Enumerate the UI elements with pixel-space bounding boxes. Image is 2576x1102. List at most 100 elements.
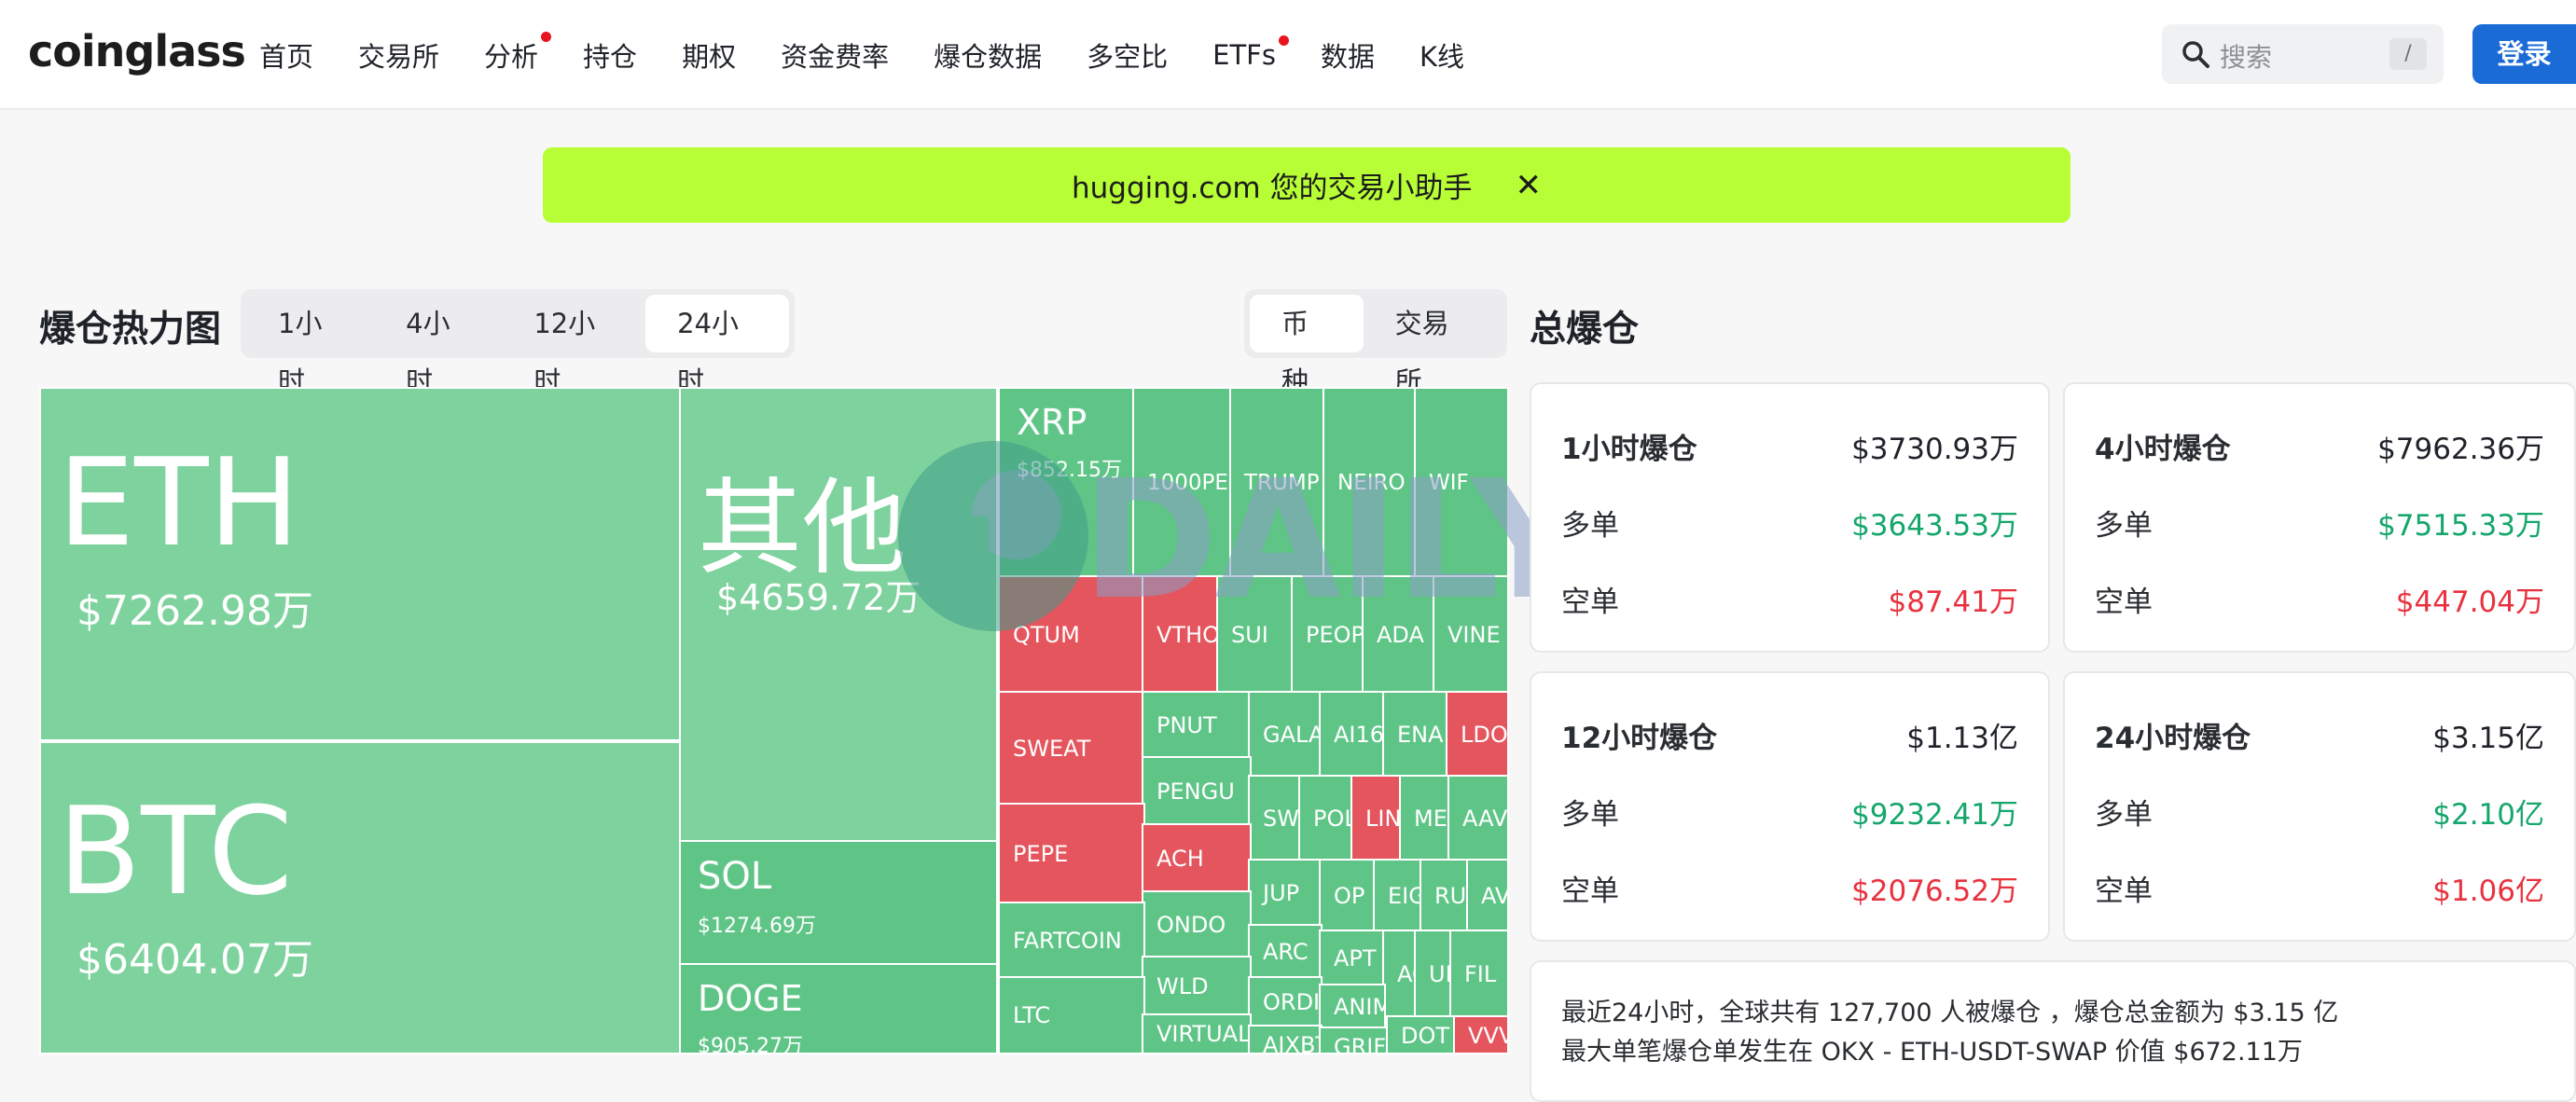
treemap-cell-gala[interactable]: GALA xyxy=(1248,691,1323,778)
treemap-cell-avax[interactable]: AVAX xyxy=(1466,859,1509,933)
time-tab-2[interactable]: 12小时 xyxy=(502,295,645,397)
treemap-cell-vine[interactable]: VINE xyxy=(1433,575,1509,695)
treemap-cell-doge[interactable]: DOGE $905.27万 xyxy=(679,963,998,1054)
nav-item-5[interactable]: 资金费率 xyxy=(781,35,889,75)
treemap-cell-aave[interactable]: AAVE xyxy=(1447,775,1509,862)
close-icon[interactable]: ✕ xyxy=(1516,167,1543,204)
treemap-cell-anime[interactable]: ANIME xyxy=(1319,984,1386,1030)
treemap-cell-sweat[interactable]: SWEAT xyxy=(998,691,1145,806)
nav-item-7[interactable]: 多空比 xyxy=(1087,35,1168,75)
treemap-cell-griffain[interactable]: GRIFFAIN xyxy=(1319,1026,1390,1054)
time-tab-3[interactable]: 24小时 xyxy=(645,295,789,397)
search-box[interactable]: 搜索 / xyxy=(2162,24,2444,84)
treemap-cell-people[interactable]: PEOPLE xyxy=(1291,575,1365,695)
treemap-cell-swell[interactable]: SWELL xyxy=(1248,775,1302,862)
nav-item-0[interactable]: 首页 xyxy=(259,35,313,75)
treemap-cell-sui[interactable]: SUI xyxy=(1216,575,1295,695)
group-tab-1[interactable]: 交易所 xyxy=(1364,295,1502,397)
nav-item-8[interactable]: ETFs xyxy=(1212,35,1289,71)
treemap-cell-eigen[interactable]: EIGEN xyxy=(1373,859,1423,933)
nav-item-label: 首页 xyxy=(259,41,314,73)
treemap-cell-pnut[interactable]: PNUT xyxy=(1142,691,1252,760)
treemap-cell-agld[interactable]: AGLD xyxy=(1382,930,1418,1019)
treemap-cell-arc[interactable]: ARC xyxy=(1248,924,1323,980)
liquidation-card-0: 1小时爆仓 $3730.93万 多单 $3643.53万 空单 $87.41万 xyxy=(1530,382,2050,653)
nav-item-9[interactable]: 数据 xyxy=(1321,35,1375,75)
treemap-cell-ordi[interactable]: ORDI xyxy=(1248,976,1323,1028)
treemap-cell-name: GRIFFAIN xyxy=(1334,1034,1388,1054)
coinglass-logo[interactable]: coinglass xyxy=(28,26,246,76)
treemap-cell-rune[interactable]: RUNE xyxy=(1420,859,1470,933)
treemap-cell-wif[interactable]: WIF xyxy=(1414,387,1509,579)
new-dot-badge xyxy=(1278,35,1289,46)
treemap-cell-fartcoin[interactable]: FARTCOIN xyxy=(998,902,1145,980)
time-tab-0[interactable]: 1小时 xyxy=(246,295,374,397)
treemap-cell-name: DOT xyxy=(1401,1023,1450,1049)
treemap-cell-vtho[interactable]: VTHO xyxy=(1142,575,1220,695)
treemap-cell-pepe[interactable]: PEPE xyxy=(998,803,1145,905)
promo-banner[interactable]: hugging.com 您的交易小助手 ✕ xyxy=(543,147,2070,223)
treemap-cell-value: $905.27万 xyxy=(698,1035,803,1054)
treemap-cell-neiro[interactable]: NEIRO xyxy=(1323,387,1418,579)
card-row: 多单 $3643.53万 xyxy=(1561,502,2018,544)
treemap-cell-pengu[interactable]: PENGU xyxy=(1142,756,1252,827)
treemap-cell-aixbt[interactable]: AIXBT xyxy=(1248,1025,1323,1054)
treemap-cell-name: ARC xyxy=(1263,939,1309,965)
time-tab-1[interactable]: 4小时 xyxy=(374,295,502,397)
treemap-cell-ada[interactable]: ADA xyxy=(1362,575,1436,695)
treemap-cell-pol[interactable]: POL xyxy=(1298,775,1354,862)
treemap-cell-ltc[interactable]: LTC xyxy=(998,976,1145,1054)
treemap-cell-trump[interactable]: TRUMP xyxy=(1229,387,1326,579)
treemap-cell-ondo[interactable]: ONDO xyxy=(1142,890,1252,959)
treemap-cell-ai16z[interactable]: AI16Z xyxy=(1319,691,1386,778)
treemap-cell-op[interactable]: OP xyxy=(1319,859,1377,933)
summary-line-2: 最大单笔爆仓单发生在 OKX - ETH-USDT-SWAP 价值 $672.1… xyxy=(1561,1038,2303,1067)
card-row-label: 空单 xyxy=(2095,585,2153,619)
treemap-cell-其他[interactable]: 其他 $4659.72万 xyxy=(679,387,998,844)
nav-item-label: 期权 xyxy=(682,41,737,73)
card-row: 空单 $447.04万 xyxy=(2095,578,2544,620)
treemap-cell-wld[interactable]: WLD xyxy=(1142,956,1252,1017)
group-tab-0[interactable]: 币种 xyxy=(1250,295,1364,397)
treemap-cell-name: SWEAT xyxy=(1013,736,1091,762)
banner-text[interactable]: hugging.com 您的交易小助手 xyxy=(1072,164,1473,206)
treemap-cell-jup[interactable]: JUP xyxy=(1248,859,1323,928)
treemap-cell-ena[interactable]: ENA xyxy=(1382,691,1449,778)
treemap-cell-name: DOGE xyxy=(698,978,803,1019)
treemap-cell-uni[interactable]: UNI xyxy=(1414,930,1453,1019)
treemap-cell-apt[interactable]: APT xyxy=(1319,930,1386,987)
treemap-cell-value: $852.15万 xyxy=(1017,459,1122,483)
treemap-cell-ldo[interactable]: LDO xyxy=(1446,691,1509,778)
nav-item-10[interactable]: K线 xyxy=(1420,35,1464,75)
treemap-cell-xrp[interactable]: XRP $852.15万 xyxy=(998,387,1136,579)
treemap-cell-virtual[interactable]: VIRTUAL xyxy=(1142,1013,1252,1054)
nav-item-label: 多空比 xyxy=(1087,41,1169,73)
nav-item-1[interactable]: 交易所 xyxy=(358,35,439,75)
treemap-cell-dot[interactable]: DOT xyxy=(1386,1015,1457,1054)
nav-item-4[interactable]: 期权 xyxy=(682,35,736,75)
treemap-cell-me[interactable]: ME xyxy=(1399,775,1451,862)
nav-item-6[interactable]: 爆仓数据 xyxy=(934,35,1042,75)
card-row: 多单 $2.10亿 xyxy=(2095,791,2544,833)
treemap-cell-name: BTC xyxy=(58,780,293,923)
treemap-cell-vvv[interactable]: VVV xyxy=(1453,1015,1509,1054)
nav-item-3[interactable]: 持仓 xyxy=(583,35,637,75)
treemap-cell-name: AI16Z xyxy=(1334,722,1385,748)
main-nav: 首页 交易所 分析 持仓 期权 资金费率 爆仓数据 多空比 ETFs 数据 K线 xyxy=(259,0,1509,110)
treemap-cell-1000pepe[interactable]: 1000PEPE xyxy=(1132,387,1233,579)
login-button[interactable]: 登录 xyxy=(2472,24,2576,84)
card-row-value: $7962.36万 xyxy=(2377,433,2544,466)
treemap-cell-btc[interactable]: BTC $6404.07万 xyxy=(39,741,683,1054)
treemap-cell-name: RUNE xyxy=(1434,883,1468,909)
nav-item-2[interactable]: 分析 xyxy=(484,32,552,75)
liquidation-card-2: 12小时爆仓 $1.13亿 多单 $9232.41万 空单 $2076.52万 xyxy=(1530,671,2050,942)
treemap-cell-fil[interactable]: FIL xyxy=(1449,930,1509,1019)
treemap-cell-name: SOL xyxy=(698,855,772,898)
nav-item-label: 数据 xyxy=(1320,41,1375,73)
card-row-label: 4小时爆仓 xyxy=(2095,433,2231,466)
treemap-cell-eth[interactable]: ETH $7262.98万 xyxy=(39,387,683,741)
treemap-cell-ach[interactable]: ACH xyxy=(1142,823,1252,894)
treemap-cell-qtum[interactable]: QTUM xyxy=(998,575,1145,695)
treemap-cell-sol[interactable]: SOL $1274.69万 xyxy=(679,840,998,967)
treemap-cell-link[interactable]: LINK xyxy=(1350,775,1403,862)
